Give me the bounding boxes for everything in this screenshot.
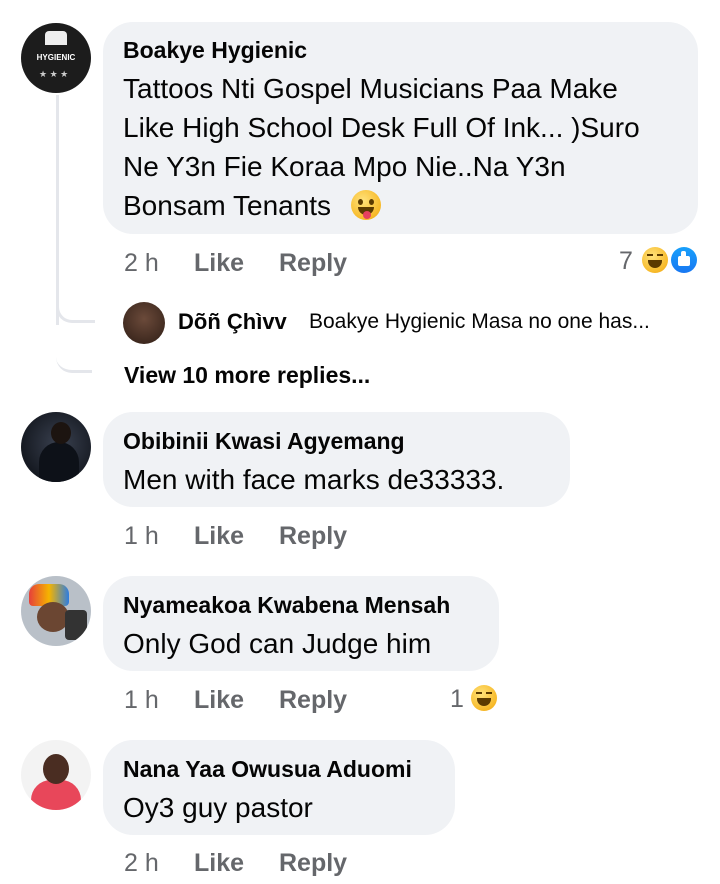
like-reaction-icon xyxy=(671,247,697,273)
comment-bubble[interactable]: Nana Yaa Owusua Aduomi Oy3 guy pastor xyxy=(103,740,455,835)
comment-text-line: Men with face marks de33333. xyxy=(123,464,505,495)
thread-hook-more xyxy=(56,330,92,373)
comment-text-line: Only God can Judge him xyxy=(123,628,432,659)
comment-text-line: Oy3 guy pastor xyxy=(123,792,313,823)
avatar[interactable] xyxy=(21,576,91,646)
comment-time: 2 h xyxy=(124,849,159,877)
comment-time: 2 h xyxy=(124,249,159,277)
like-button[interactable]: Like xyxy=(194,686,244,715)
comment-bubble[interactable]: Nyameakoa Kwabena Mensah Only God can Ju… xyxy=(103,576,499,671)
like-button[interactable]: Like xyxy=(194,522,244,551)
reply-button[interactable]: Reply xyxy=(279,686,347,715)
avatar-logo-text: HYGIENIC xyxy=(36,53,76,62)
comment-text-line: Like High School Desk Full Of Ink... )Su… xyxy=(123,112,640,143)
comment-bubble[interactable]: Obibinii Kwasi Agyemang Men with face ma… xyxy=(103,412,570,507)
view-more-replies-link[interactable]: View 10 more replies... xyxy=(124,362,370,389)
shirt-icon xyxy=(45,31,67,45)
avatar[interactable]: HYGIENIC ★ ★ ★ xyxy=(21,23,91,93)
haha-reaction-icon xyxy=(471,685,497,711)
comment-bubble[interactable]: Boakye Hygienic Tattoos Nti Gospel Music… xyxy=(103,22,698,234)
like-button[interactable]: Like xyxy=(194,249,244,278)
like-button[interactable]: Like xyxy=(194,849,244,878)
grinning-tongue-emoji-icon xyxy=(351,190,381,220)
avatar[interactable] xyxy=(21,740,91,810)
reply-author[interactable]: Dõñ Çhìvv xyxy=(178,309,287,335)
comment-author[interactable]: Nyameakoa Kwabena Mensah xyxy=(123,592,450,619)
comment-author[interactable]: Obibinii Kwasi Agyemang xyxy=(123,428,405,455)
reply-button[interactable]: Reply xyxy=(279,249,347,278)
avatar[interactable] xyxy=(21,412,91,482)
comment-author[interactable]: Boakye Hygienic xyxy=(123,37,307,64)
star-icon: ★ ★ ★ xyxy=(39,69,69,79)
reply-text[interactable]: Boakye Hygienic Masa no one has... xyxy=(309,310,650,334)
comment-text-line: Tattoos Nti Gospel Musicians Paa Make xyxy=(123,73,618,104)
comment-author[interactable]: Nana Yaa Owusua Aduomi xyxy=(123,756,412,783)
comment-text-line: Ne Y3n Fie Koraa Mpo Nie..Na Y3n xyxy=(123,151,566,182)
reply-button[interactable]: Reply xyxy=(279,522,347,551)
reaction-count[interactable]: 1 xyxy=(450,685,464,714)
thread-hook xyxy=(56,280,95,323)
comment-time: 1 h xyxy=(124,522,159,550)
reply-button[interactable]: Reply xyxy=(279,849,347,878)
comment-time: 1 h xyxy=(124,686,159,714)
comment-text-line: Bonsam Tenants xyxy=(123,190,332,221)
reply-avatar[interactable] xyxy=(123,302,165,344)
reaction-count[interactable]: 7 xyxy=(619,247,633,276)
haha-reaction-icon xyxy=(642,247,668,273)
